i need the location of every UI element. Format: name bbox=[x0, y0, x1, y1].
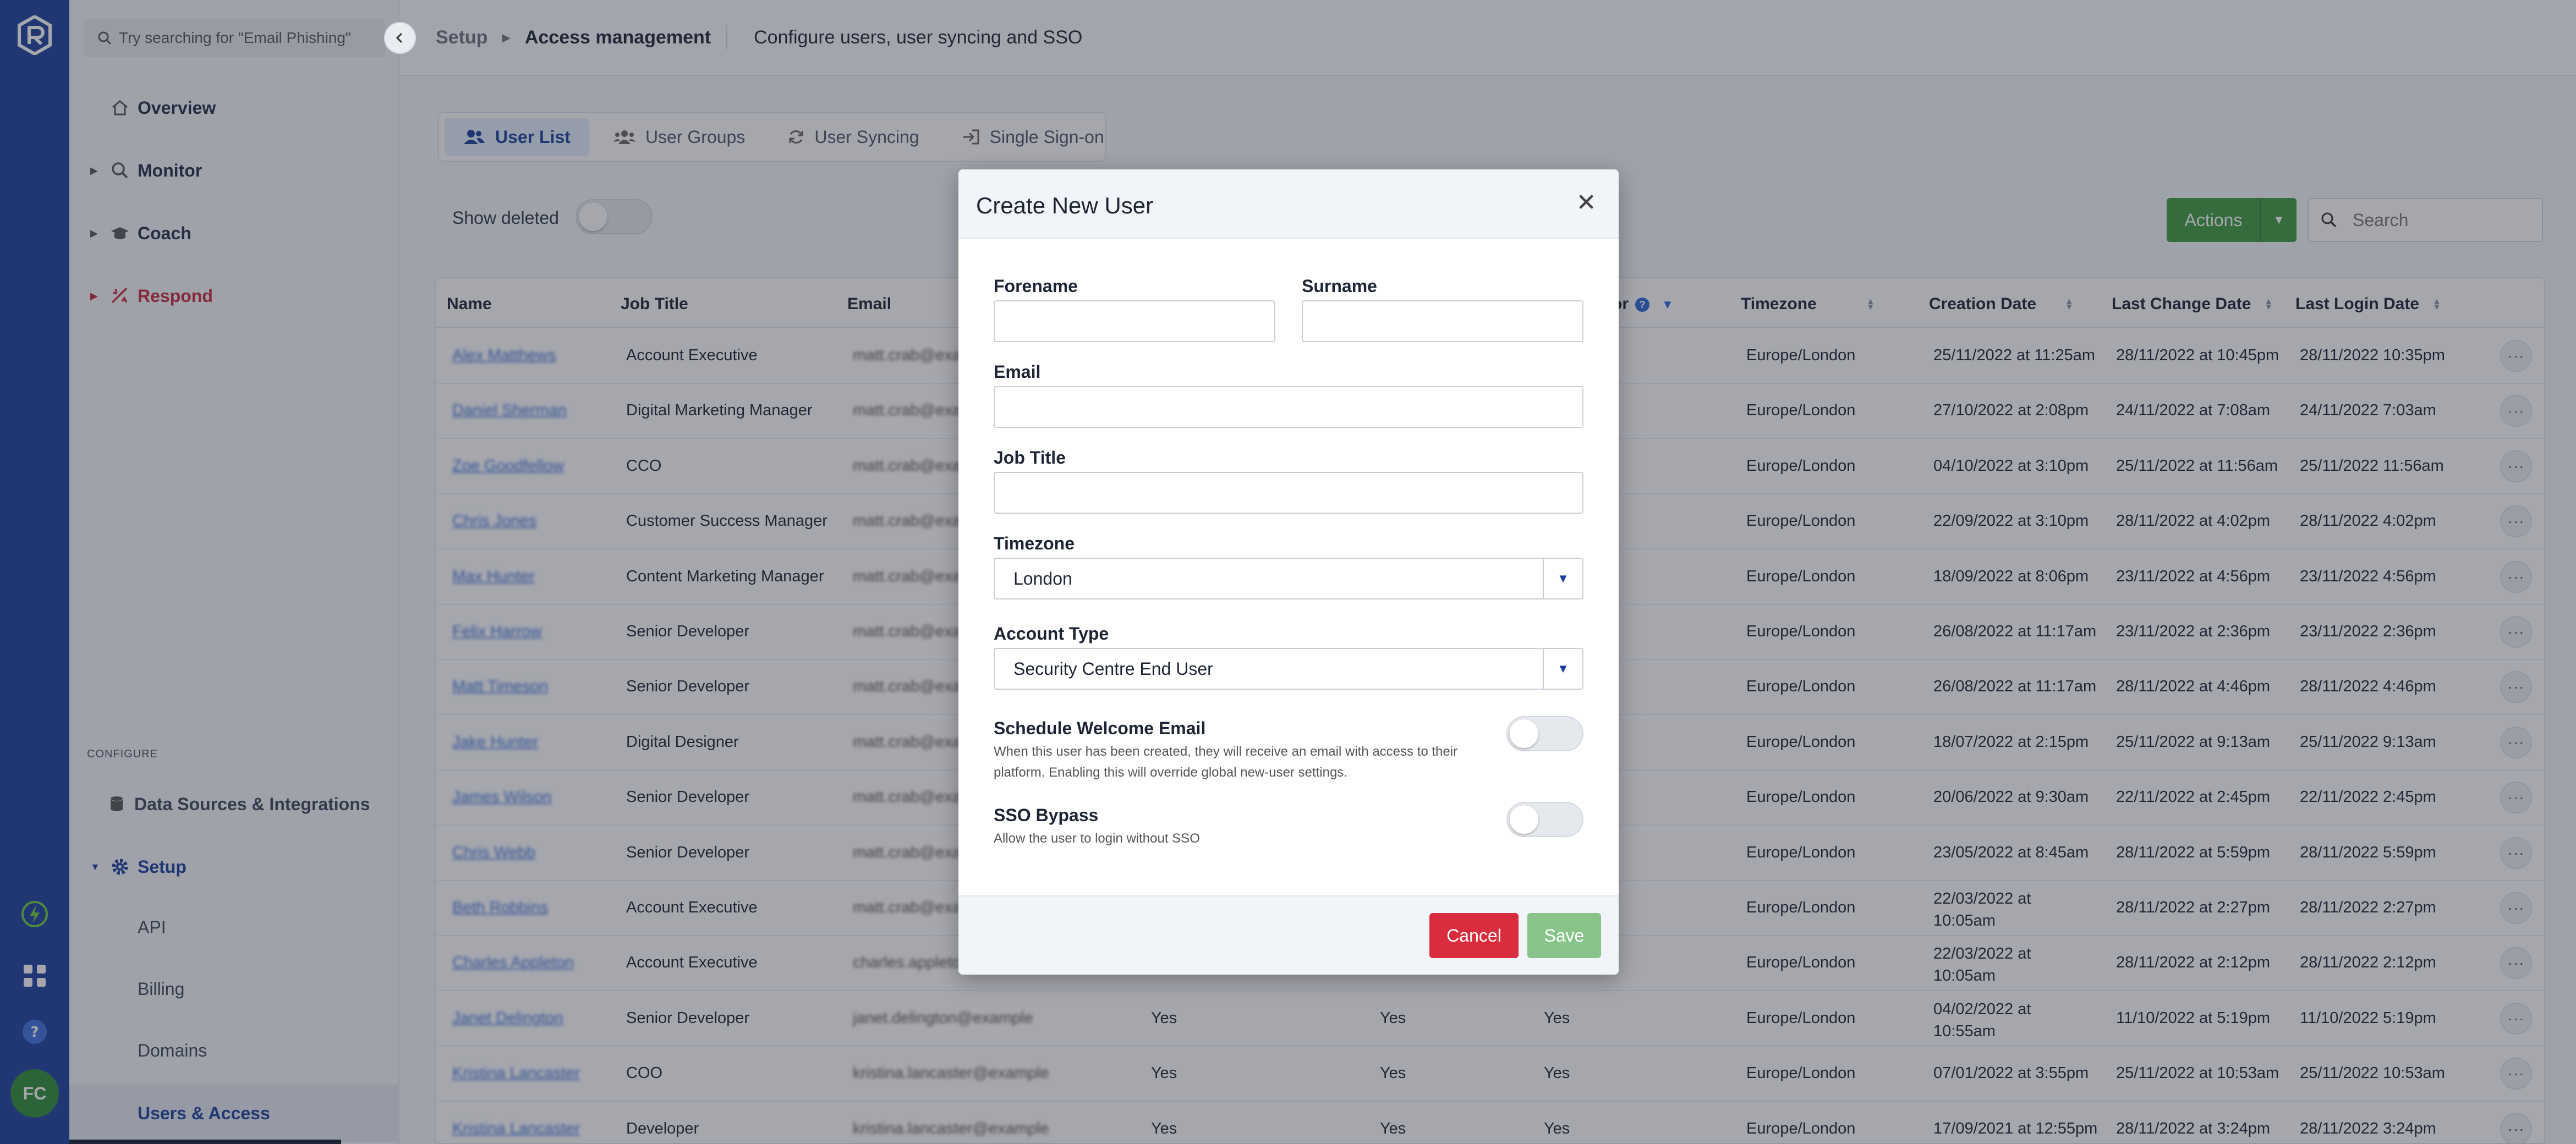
modal-footer bbox=[958, 895, 1619, 975]
toggle-knob bbox=[1510, 805, 1538, 834]
caret-down-icon[interactable]: ▼ bbox=[1543, 559, 1582, 598]
timezone-select[interactable]: London ▼ bbox=[994, 558, 1583, 600]
save-button[interactable]: Save bbox=[1527, 913, 1601, 958]
collapse-sidebar-button[interactable] bbox=[384, 22, 416, 54]
sso-bypass-toggle[interactable] bbox=[1506, 802, 1583, 837]
scrollbar[interactable] bbox=[69, 1140, 341, 1144]
forename-label: Forename bbox=[994, 276, 1078, 296]
surname-input[interactable] bbox=[1302, 300, 1583, 342]
close-icon[interactable] bbox=[1572, 188, 1600, 216]
caret-down-icon[interactable]: ▼ bbox=[1543, 649, 1582, 689]
job-title-input[interactable] bbox=[994, 472, 1583, 514]
timezone-label: Timezone bbox=[994, 534, 1075, 553]
sso-bypass-help: Allow the user to login without SSO bbox=[994, 831, 1200, 846]
timezone-value: London bbox=[1013, 568, 1072, 588]
welcome-email-label: Schedule Welcome Email bbox=[994, 718, 1206, 738]
modal-header: Create New User bbox=[958, 169, 1619, 239]
account-type-select[interactable]: Security Centre End User ▼ bbox=[994, 648, 1583, 690]
forename-input[interactable] bbox=[994, 300, 1275, 342]
account-type-value: Security Centre End User bbox=[1013, 658, 1213, 679]
account-type-label: Account Type bbox=[994, 624, 1109, 644]
email-input[interactable] bbox=[994, 386, 1583, 428]
chevron-left-icon bbox=[396, 32, 403, 43]
create-user-modal: Create New User Forename Surname Email J… bbox=[958, 169, 1619, 975]
toggle-knob bbox=[1510, 719, 1538, 748]
modal-title: Create New User bbox=[976, 193, 1154, 218]
email-label: Email bbox=[994, 362, 1041, 382]
welcome-email-help: When this user has been created, they wi… bbox=[994, 744, 1458, 780]
sso-bypass-label: SSO Bypass bbox=[994, 805, 1099, 825]
job-title-label: Job Title bbox=[994, 448, 1066, 468]
surname-label: Surname bbox=[1302, 276, 1377, 296]
cancel-button[interactable]: Cancel bbox=[1429, 913, 1519, 958]
welcome-email-toggle[interactable] bbox=[1506, 716, 1583, 751]
